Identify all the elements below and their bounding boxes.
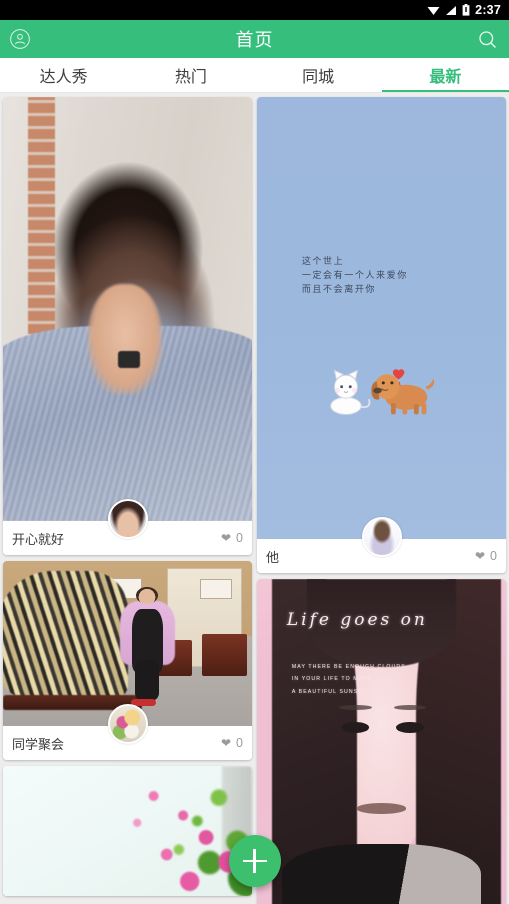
card-photo[interactable]: 这个世上 一定会有一个人来爱你 而且不会离开你 [257, 97, 506, 539]
card-photo[interactable] [3, 766, 252, 896]
avatar[interactable] [361, 517, 402, 557]
photo-woman-rock [3, 561, 252, 726]
cat-and-dog-illustration [322, 340, 447, 437]
card-footer: 他 ❤ 0 [257, 517, 506, 573]
status-bar-clock: 2:37 [475, 3, 501, 17]
feed-column-right: 这个世上 一定会有一个人来爱你 而且不会离开你 他 ❤ 0 Life goes … [257, 97, 506, 904]
hand-detail [87, 283, 163, 394]
photo-girl-denim [3, 97, 252, 521]
tab-hot[interactable]: 热门 [127, 58, 254, 92]
heart-icon: ❤ [220, 736, 232, 750]
lips-detail [356, 803, 407, 814]
woman-figure [120, 584, 175, 707]
avatar[interactable] [107, 499, 148, 539]
photo-bougainvillea [3, 766, 252, 896]
clothing-detail [281, 844, 482, 904]
heart-icon: ❤ [220, 531, 232, 545]
photo-caption-text: MAY THERE BE ENOUGH CLOUDS IN YOUR LIFE … [291, 663, 406, 695]
like-count[interactable]: ❤ 0 [221, 531, 243, 545]
like-count-value: 0 [490, 549, 497, 563]
search-icon [479, 30, 496, 48]
cat-figure [329, 369, 371, 416]
card-photo[interactable] [3, 561, 252, 726]
signal-icon [445, 5, 457, 16]
photo-blue-quote-poster: 这个世上 一定会有一个人来爱你 而且不会离开你 [257, 97, 506, 539]
like-count-value: 0 [236, 736, 243, 750]
avatar[interactable] [107, 704, 148, 744]
battery-icon [462, 4, 470, 16]
poster-quote-text: 这个世上 一定会有一个人来爱你 而且不会离开你 [301, 257, 408, 295]
card-footer: 同学聚会 ❤ 0 [3, 704, 252, 760]
card-photo[interactable] [3, 97, 252, 521]
page-title: 首页 [235, 30, 274, 50]
rock-display-detail [3, 570, 128, 700]
avatar-image [109, 706, 146, 742]
photo-pink-portrait: Life goes on MAY THERE BE ENOUGH CLOUDS … [257, 579, 506, 904]
feed-card-him[interactable]: 这个世上 一定会有一个人来爱你 而且不会离开你 他 ❤ 0 [257, 97, 506, 573]
eye-detail [341, 721, 370, 733]
pink-blossoms-detail [87, 773, 252, 896]
app-root: 2:37 首页 达人秀 热门 同城 最新 开心就好 ❤ 0 同学聚会 ❤ 0 这… [0, 0, 509, 904]
tab-latest[interactable]: 最新 [381, 58, 509, 92]
status-bar: 2:37 [0, 0, 509, 20]
search-button[interactable] [477, 29, 498, 50]
feed-card-happy[interactable]: 开心就好 ❤ 0 [3, 97, 252, 555]
feed-card-reunion[interactable]: 同学聚会 ❤ 0 [3, 561, 252, 760]
avatar-image [363, 519, 400, 555]
feed-column-left: 开心就好 ❤ 0 同学聚会 ❤ 0 [3, 97, 252, 896]
like-count[interactable]: ❤ 0 [475, 549, 497, 563]
picture-frame [199, 579, 233, 599]
avatar-image [109, 501, 146, 537]
heart-icon: ❤ [474, 549, 486, 563]
like-count-value: 0 [236, 531, 243, 545]
feed-card-portrait[interactable]: Life goes on MAY THERE BE ENOUGH CLOUDS … [257, 579, 506, 904]
feed-grid[interactable]: 开心就好 ❤ 0 同学聚会 ❤ 0 这个世上 一定会有一个人来爱你 而且不会离开… [0, 93, 509, 904]
add-post-button[interactable] [228, 835, 281, 887]
tab-bar: 达人秀 热门 同城 最新 [0, 58, 509, 93]
feed-card-flowers[interactable] [3, 766, 252, 896]
brick-wall-detail [27, 97, 56, 335]
furniture-detail [202, 633, 247, 677]
head-detail [136, 586, 159, 604]
tab-nearby[interactable]: 同城 [255, 58, 382, 92]
like-count[interactable]: ❤ 0 [221, 736, 243, 750]
legs-detail [135, 659, 160, 702]
card-photo[interactable]: Life goes on MAY THERE BE ENOUGH CLOUDS … [257, 579, 506, 904]
tab-talent-show[interactable]: 达人秀 [0, 58, 127, 92]
eye-detail [396, 721, 424, 733]
watch-detail [117, 351, 140, 369]
app-bar: 首页 [0, 20, 509, 58]
dog-figure [371, 374, 434, 415]
plus-icon-vertical [253, 849, 256, 873]
photo-script-text: Life goes on [286, 609, 428, 630]
eyebrow-detail [339, 704, 372, 711]
card-footer: 开心就好 ❤ 0 [3, 499, 252, 555]
wifi-icon [427, 5, 440, 16]
